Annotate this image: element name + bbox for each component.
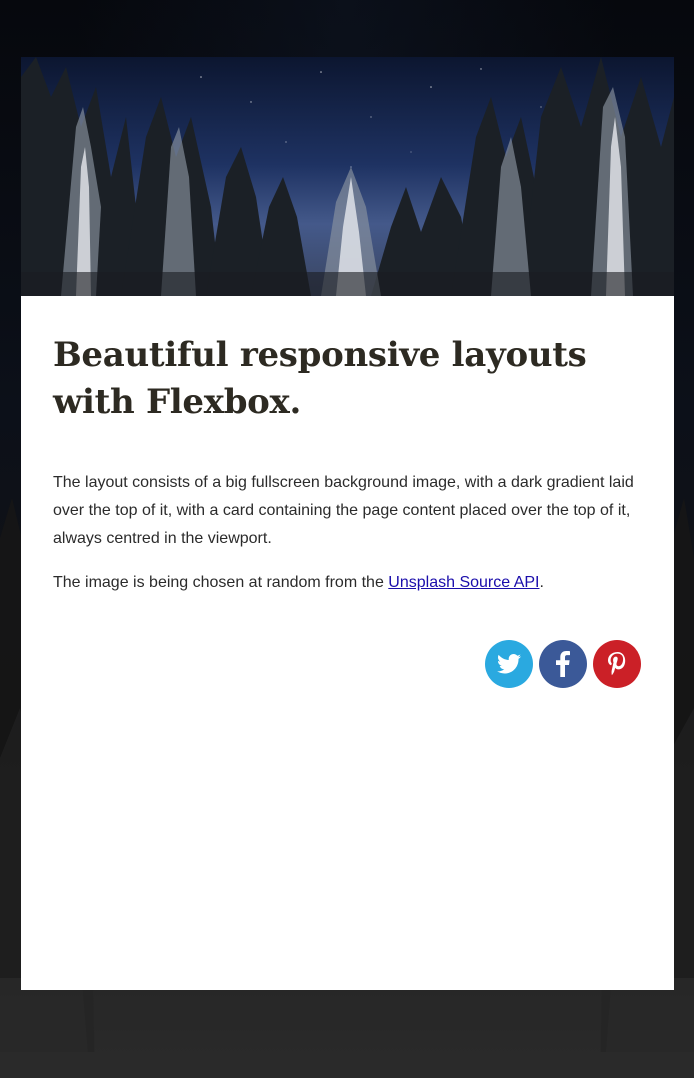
intro-paragraph: The layout consists of a big fullscreen … <box>53 474 634 547</box>
source-text-prefix: The image is being chosen at random from… <box>53 574 389 591</box>
pinterest-share-button[interactable] <box>593 640 641 688</box>
hero-image <box>21 57 674 296</box>
twitter-icon <box>497 654 521 674</box>
pinterest-icon <box>608 652 626 676</box>
content-card: Beautiful responsive layouts with Flexbo… <box>21 57 674 990</box>
page-title: Beautiful responsive layouts with Flexbo… <box>53 335 587 422</box>
background-ground <box>0 1052 694 1078</box>
social-share-buttons <box>485 640 641 688</box>
hero-forest-illustration <box>21 57 674 296</box>
twitter-share-button[interactable] <box>485 640 533 688</box>
facebook-share-button[interactable] <box>539 640 587 688</box>
source-text-suffix: . <box>539 574 544 591</box>
unsplash-source-api-link[interactable]: Unsplash Source API <box>388 574 539 591</box>
source-paragraph: The image is being chosen at random from… <box>53 569 642 597</box>
facebook-icon <box>556 651 570 677</box>
